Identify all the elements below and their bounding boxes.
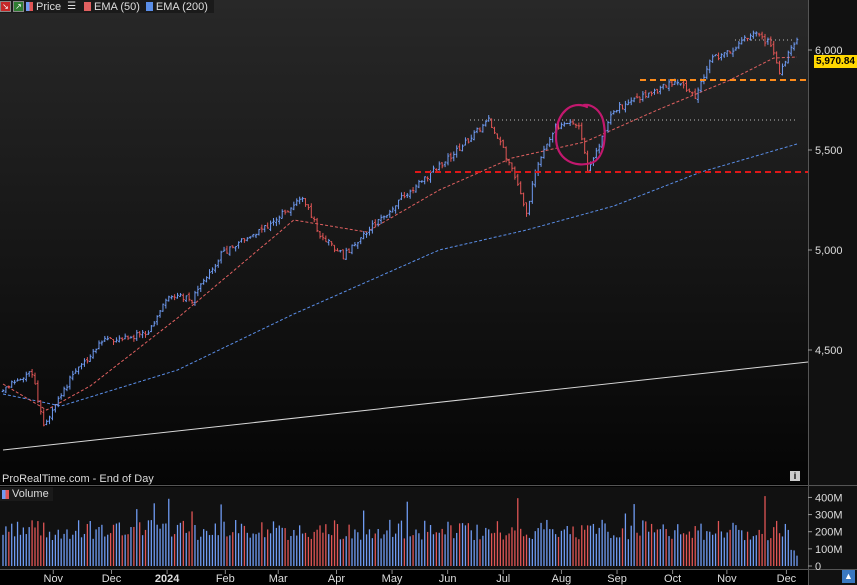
- time-axis-label: May: [382, 573, 403, 585]
- price-pane-background: [0, 0, 808, 484]
- time-axis-label: Nov: [44, 573, 64, 585]
- arrow-up-icon[interactable]: ↗: [13, 1, 24, 12]
- last-price-label: 5,970.84: [814, 55, 857, 68]
- time-axis-label: Apr: [328, 573, 345, 585]
- footer-source: ProRealTime.com - End of Day: [2, 473, 154, 485]
- time-axis-label: Sep: [607, 573, 627, 585]
- time-axis-label: Jul: [496, 573, 510, 585]
- volume-axis-label: 0: [815, 561, 821, 573]
- time-axis-label: Dec: [102, 573, 122, 585]
- time-axis-label: Feb: [216, 573, 235, 585]
- arrow-down-icon[interactable]: ↘: [0, 1, 11, 12]
- time-axis-label: Nov: [717, 573, 737, 585]
- legend-price-label: Price: [36, 0, 62, 13]
- time-axis-label: 2024: [155, 573, 180, 585]
- time-axis-label: Aug: [552, 573, 572, 585]
- volume-swatch-icon: [2, 489, 9, 499]
- ema200-swatch-icon: [145, 2, 153, 11]
- volume-axis-label: 300M: [815, 510, 843, 522]
- volume-legend[interactable]: Volume: [0, 487, 53, 501]
- time-axis-label: Dec: [777, 573, 797, 585]
- ema50-swatch-icon: [84, 2, 92, 11]
- legend-ema200-label: EMA (200): [155, 0, 208, 13]
- legend-ema50[interactable]: EMA (50): [84, 1, 140, 13]
- volume-label: Volume: [12, 488, 49, 500]
- legend-price[interactable]: Price: [26, 1, 61, 13]
- price-chart[interactable]: 6,0005,5005,0004,500400M300M200M100M0Nov…: [0, 0, 857, 585]
- volume-axis-label: 400M: [815, 492, 843, 504]
- legend-ema50-label: EMA (50): [94, 0, 140, 13]
- legend-bar: ↘ ↗ Price ☰ EMA (50) EMA (200): [0, 0, 214, 13]
- volume-axis-label: 100M: [815, 544, 843, 556]
- price-swatch-icon: [26, 2, 33, 11]
- legend-ema200[interactable]: EMA (200): [145, 0, 208, 13]
- legend-menu[interactable]: ☰: [67, 1, 78, 12]
- time-axis-label: Jun: [439, 573, 457, 585]
- volume-axis-label: 200M: [815, 527, 843, 539]
- scroll-top-icon[interactable]: ▲: [842, 570, 855, 583]
- time-axis-label: Oct: [664, 573, 681, 585]
- price-axis-label: 5,500: [815, 145, 843, 157]
- time-axis-label: Mar: [269, 573, 288, 585]
- price-axis-label: 4,500: [815, 345, 843, 357]
- list-icon: ☰: [67, 1, 77, 12]
- info-icon[interactable]: i: [790, 471, 800, 481]
- price-axis-label: 5,000: [815, 245, 843, 257]
